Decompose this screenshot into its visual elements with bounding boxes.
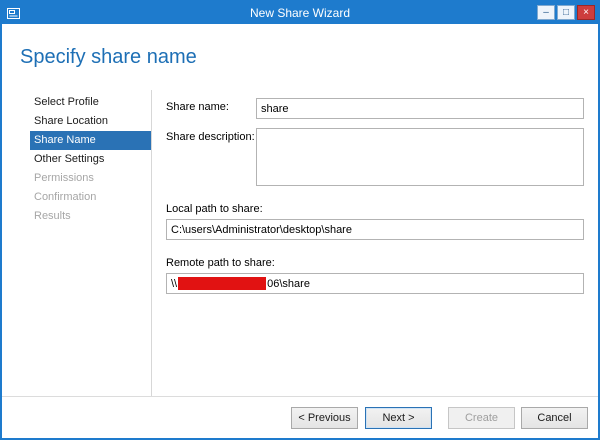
share-name-label: Share name: (166, 98, 256, 119)
sidebar-item-share-location[interactable]: Share Location (30, 112, 151, 131)
maximize-button[interactable]: □ (557, 5, 575, 20)
local-path-input[interactable] (166, 219, 584, 240)
next-button[interactable]: Next > (365, 407, 432, 429)
window-title: New Share Wizard (2, 2, 598, 24)
local-path-label: Local path to share: (166, 203, 584, 215)
titlebar[interactable]: New Share Wizard – □ × (2, 2, 598, 24)
wizard-app-icon (7, 8, 20, 19)
sidebar-item-results: Results (30, 207, 151, 226)
window-controls: – □ × (537, 5, 595, 20)
share-description-textarea[interactable] (256, 128, 584, 186)
wizard-steps-sidebar: Select Profile Share Location Share Name… (2, 90, 152, 396)
remote-path-input[interactable]: \\ 06\share (166, 273, 584, 294)
create-button: Create (448, 407, 515, 429)
cancel-button[interactable]: Cancel (521, 407, 588, 429)
redacted-server-name (178, 277, 266, 290)
wizard-content: Select Profile Share Location Share Name… (2, 90, 598, 396)
share-description-label: Share description: (166, 128, 256, 186)
sidebar-item-other-settings[interactable]: Other Settings (30, 150, 151, 169)
minimize-button[interactable]: – (537, 5, 555, 20)
heading-area: Specify share name (2, 24, 598, 90)
sidebar-item-share-name[interactable]: Share Name (30, 131, 151, 150)
close-button[interactable]: × (577, 5, 595, 20)
new-share-wizard-window: New Share Wizard – □ × Specify share nam… (0, 0, 600, 440)
sidebar-item-select-profile[interactable]: Select Profile (30, 93, 151, 112)
previous-button[interactable]: < Previous (291, 407, 358, 429)
page-title: Specify share name (20, 46, 598, 69)
share-name-input[interactable] (256, 98, 584, 119)
remote-path-suffix: 06\share (267, 278, 310, 290)
wizard-footer: < Previous Next > Create Cancel (2, 396, 598, 438)
sidebar-item-confirmation: Confirmation (30, 188, 151, 207)
remote-path-label: Remote path to share: (166, 257, 584, 269)
remote-path-prefix: \\ (171, 278, 177, 290)
share-name-form: Share name: Share description: Local pat… (152, 90, 598, 396)
sidebar-item-permissions: Permissions (30, 169, 151, 188)
